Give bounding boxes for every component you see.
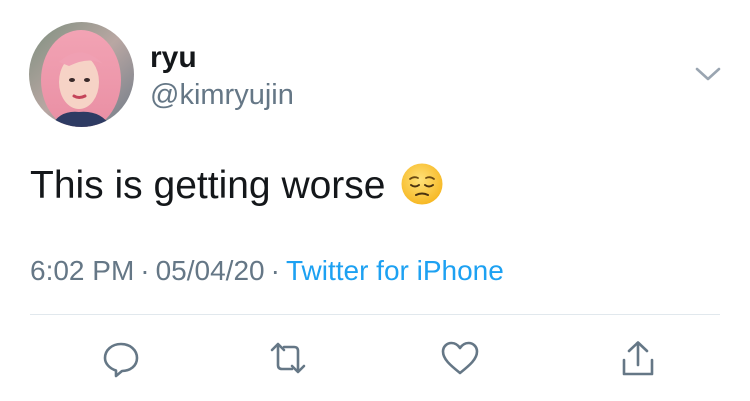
meta-separator: · [270, 255, 280, 286]
tweet-detail: ryu @kimryujin This is getting worse 6:0… [0, 0, 750, 401]
tweet-source-link[interactable]: Twitter for iPhone [286, 255, 504, 286]
tweet-date: 05/04/20 [155, 255, 265, 286]
like-icon[interactable] [440, 338, 480, 378]
meta-separator: · [140, 255, 150, 286]
tweet-time: 6:02 PM [30, 255, 135, 286]
pensive-face-emoji [400, 162, 444, 206]
display-name[interactable]: ryu [150, 41, 197, 75]
chevron-down-icon[interactable] [693, 62, 723, 86]
retweet-icon[interactable] [268, 338, 308, 378]
reply-icon[interactable] [101, 338, 141, 378]
share-icon[interactable] [618, 338, 658, 378]
tweet-meta: 6:02 PM · 05/04/20 · Twitter for iPhone [30, 254, 504, 288]
tweet-text-content: This is getting worse [30, 164, 386, 207]
avatar[interactable] [29, 22, 134, 127]
user-handle[interactable]: @kimryujin [150, 78, 294, 112]
tweet-text: This is getting worse [30, 162, 444, 209]
divider [30, 314, 720, 315]
